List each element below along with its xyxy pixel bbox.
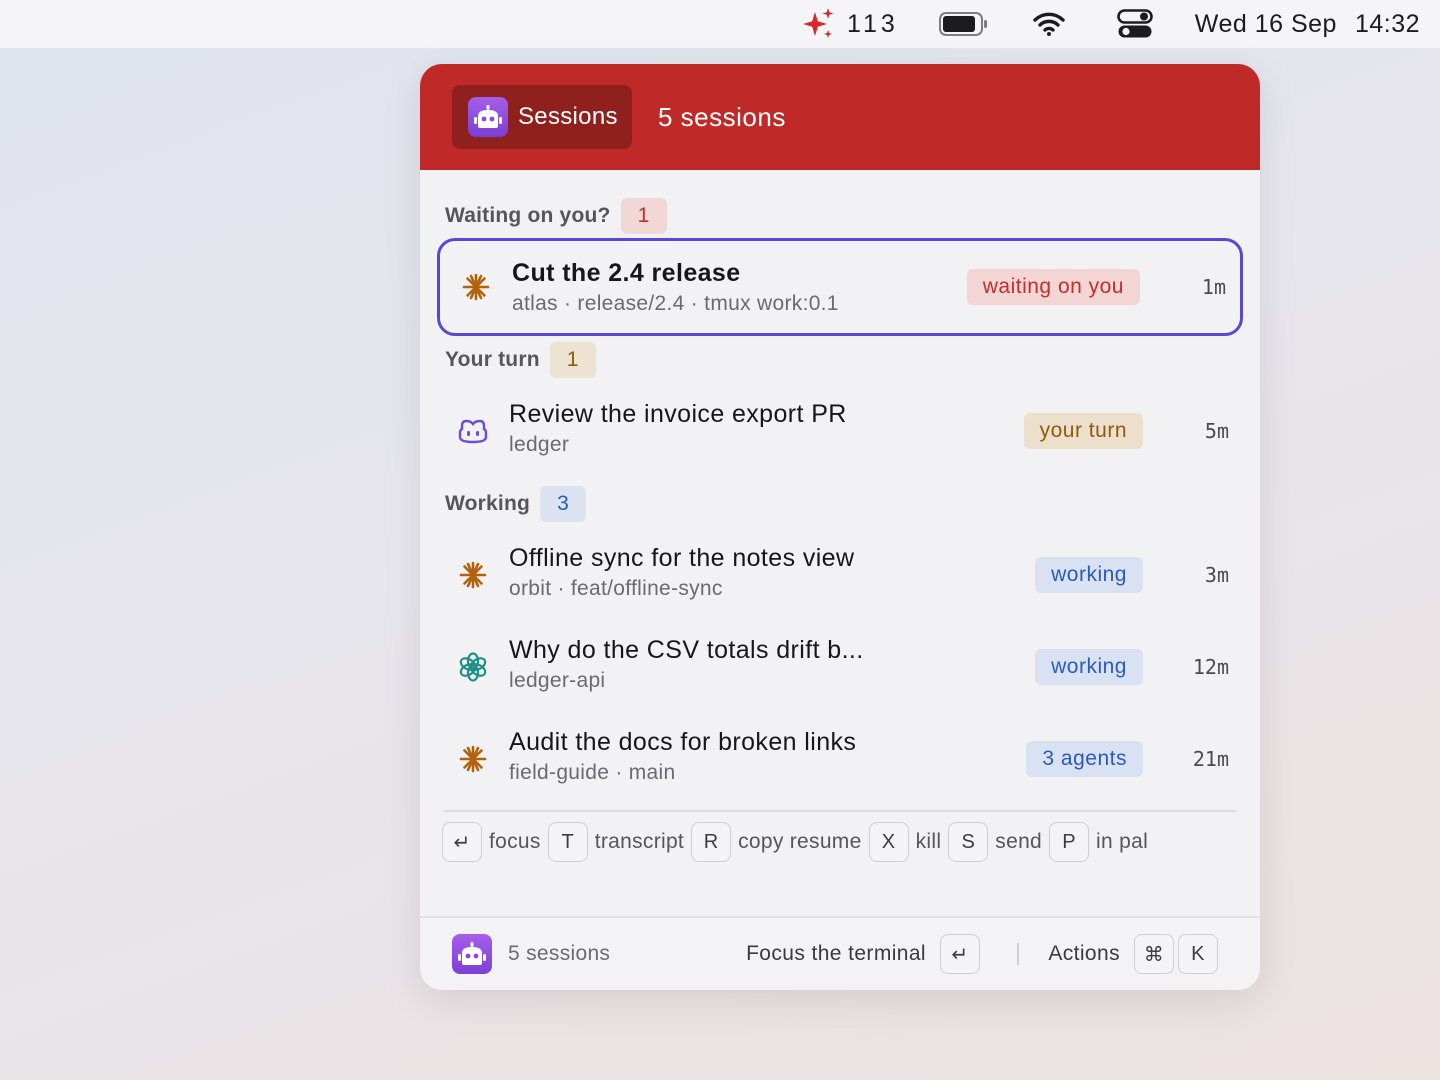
status-badge: 3 agents (1026, 741, 1143, 777)
wifi-icon[interactable] (1033, 0, 1065, 48)
menu-bar: 113 Wed 16 Sep 14:32 (0, 0, 1440, 48)
robot-icon (452, 934, 492, 974)
session-title: Audit the docs for broken links (509, 728, 857, 756)
menubar-badge-count[interactable]: 113 (847, 0, 899, 48)
sessions-panel: Sessions 5 sessions Waiting on you? 1 Cu… (420, 64, 1260, 990)
session-title: Cut the 2.4 release (512, 259, 741, 287)
sessions-tab-label: Sessions (518, 103, 618, 130)
openai-icon (457, 651, 489, 683)
session-age: 5m (1204, 419, 1229, 443)
session-age: 3m (1204, 563, 1229, 587)
session-row[interactable]: Cut the 2.4 release atlas · release/2.4 … (437, 238, 1243, 336)
shortcut-hints: ↵ focus T transcript R copy resume X kil… (442, 822, 1155, 862)
claude-asterisk-icon (457, 559, 489, 591)
kbd-return-key[interactable]: ↵ (442, 822, 482, 862)
status-badge: your turn (1023, 413, 1143, 449)
kbd-return-key: ↵ (940, 934, 980, 974)
section-your-turn-header: Your turn 1 (445, 342, 596, 378)
shortcut-label: copy resume (738, 830, 862, 853)
robot-icon (468, 97, 508, 137)
kbd-k-key: K (1178, 934, 1218, 974)
status-badge: working (1035, 649, 1143, 685)
shortcut-label: focus (489, 830, 541, 853)
shortcut-label: kill (915, 830, 942, 853)
divider (444, 810, 1236, 812)
section-count-badge: 1 (549, 342, 596, 378)
session-subtitle: orbit · feat/offline-sync (509, 577, 723, 600)
header-session-count: 5 sessions (658, 101, 786, 132)
kbd-p-key[interactable]: P (1049, 822, 1090, 862)
kbd-t-key[interactable]: T (547, 822, 588, 862)
section-title: Waiting on you? (445, 204, 611, 227)
session-subtitle: ledger-api (509, 669, 606, 692)
session-subtitle: atlas · release/2.4 · tmux work:0.1 (512, 292, 839, 315)
session-row[interactable]: Why do the CSV totals drift b... ledger-… (437, 618, 1243, 716)
session-age: 21m (1192, 747, 1229, 771)
sessions-tab[interactable]: Sessions (452, 85, 632, 149)
control-center-icon[interactable] (1116, 0, 1153, 48)
session-row[interactable]: Offline sync for the notes view orbit · … (437, 526, 1243, 624)
focus-terminal-label: Focus the terminal (746, 942, 926, 965)
section-count-badge: 1 (620, 198, 667, 234)
claude-asterisk-icon (457, 743, 489, 775)
copilot-icon (457, 415, 489, 447)
session-title: Review the invoice export PR (509, 400, 847, 428)
sparkles-icon[interactable] (801, 0, 837, 48)
section-waiting-header: Waiting on you? 1 (445, 198, 667, 234)
battery-icon[interactable] (938, 0, 989, 48)
footer-session-count: 5 sessions (508, 942, 611, 965)
kbd-r-key[interactable]: R (691, 822, 732, 862)
session-age: 1m (1201, 275, 1226, 299)
section-count-badge: 3 (540, 486, 587, 522)
kbd-x-key[interactable]: X (868, 822, 909, 862)
shortcut-label: in pal (1096, 830, 1149, 853)
status-badge: working (1035, 557, 1143, 593)
actions-label: Actions (1048, 942, 1120, 965)
session-subtitle: field-guide · main (509, 761, 676, 784)
status-badge: waiting on you (966, 269, 1140, 305)
kbd-s-key[interactable]: S (948, 822, 989, 862)
shortcut-label: send (995, 830, 1043, 853)
menubar-time[interactable]: 14:32 (1355, 0, 1420, 48)
menubar-date[interactable]: Wed 16 Sep (1195, 0, 1337, 48)
panel-header: Sessions 5 sessions (420, 64, 1260, 170)
session-subtitle: ledger (509, 433, 570, 456)
session-title: Offline sync for the notes view (509, 544, 855, 572)
panel-footer: 5 sessions Focus the terminal ↵ Actions … (420, 916, 1260, 990)
footer-separator (1017, 943, 1019, 965)
section-title: Your turn (445, 348, 540, 371)
session-row[interactable]: Review the invoice export PR ledger your… (437, 382, 1243, 480)
session-age: 12m (1192, 655, 1229, 679)
shortcut-label: transcript (594, 830, 685, 853)
actions-button[interactable]: Actions ⌘ K (1048, 934, 1222, 974)
section-title: Working (445, 492, 531, 515)
session-title: Why do the CSV totals drift b... (509, 636, 864, 664)
claude-asterisk-icon (460, 271, 492, 303)
section-working-header: Working 3 (445, 486, 587, 522)
session-list: Waiting on you? 1 Cut the 2.4 release at… (420, 170, 1260, 990)
session-row[interactable]: Audit the docs for broken links field-gu… (437, 710, 1243, 808)
kbd-command-key: ⌘ (1134, 934, 1174, 974)
focus-terminal-button[interactable]: Focus the terminal ↵ (746, 934, 980, 974)
